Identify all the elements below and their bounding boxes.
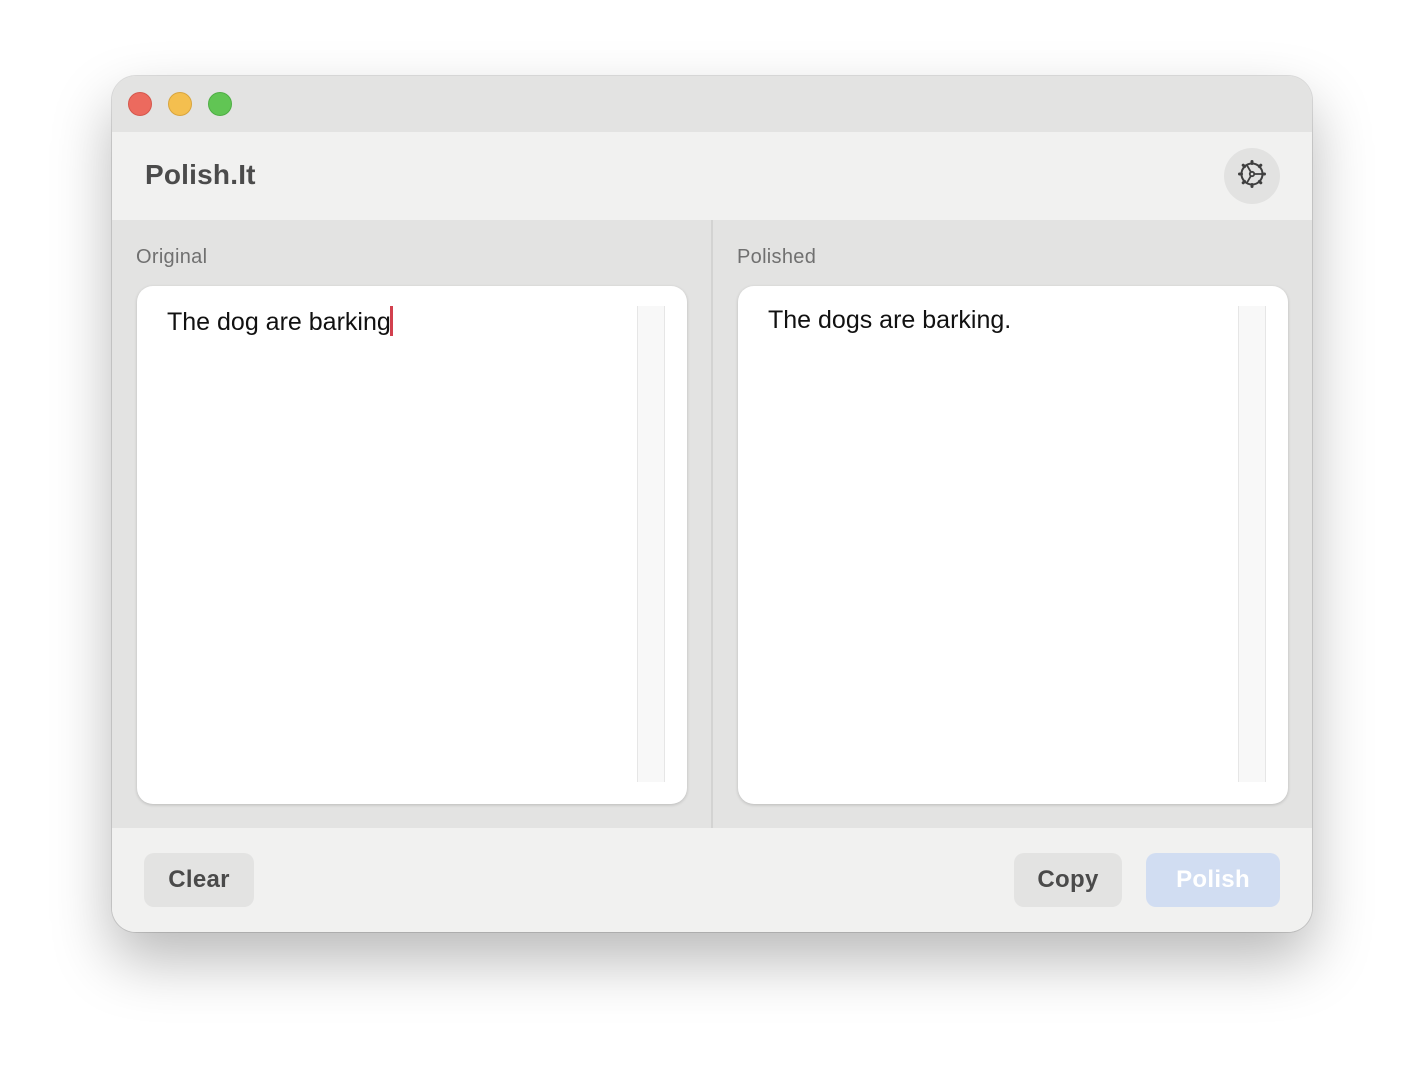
original-text: The dog are barking (167, 308, 391, 336)
original-text-editor[interactable]: The dog are barking (137, 286, 687, 804)
app-header: Polish.It (112, 132, 1312, 220)
original-scrollbar[interactable] (637, 306, 665, 782)
minimize-window-button[interactable] (168, 92, 192, 116)
clear-button[interactable]: Clear (144, 853, 254, 907)
original-pane-label: Original (136, 246, 208, 268)
polished-text-view[interactable]: The dogs are barking. (738, 286, 1288, 804)
app-window: Polish.It Original The dog are barking P… (112, 76, 1312, 932)
gear-icon (1236, 158, 1268, 195)
app-title: Polish.It (145, 159, 256, 190)
pane-divider[interactable] (711, 220, 713, 828)
polish-button[interactable]: Polish (1146, 853, 1280, 907)
title-bar[interactable] (112, 76, 1312, 132)
editor-area: Original The dog are barking Polished Th… (112, 220, 1312, 828)
text-cursor (389, 306, 393, 336)
original-text-line[interactable]: The dog are barking (167, 306, 393, 337)
polished-text: The dogs are barking. (768, 306, 1012, 334)
zoom-window-button[interactable] (208, 92, 232, 116)
settings-button[interactable] (1224, 148, 1280, 204)
close-window-button[interactable] (128, 92, 152, 116)
polished-scrollbar[interactable] (1238, 306, 1266, 782)
copy-button[interactable]: Copy (1014, 853, 1122, 907)
action-bar: Clear Copy Polish (112, 828, 1312, 932)
polished-pane-label: Polished (737, 246, 817, 268)
